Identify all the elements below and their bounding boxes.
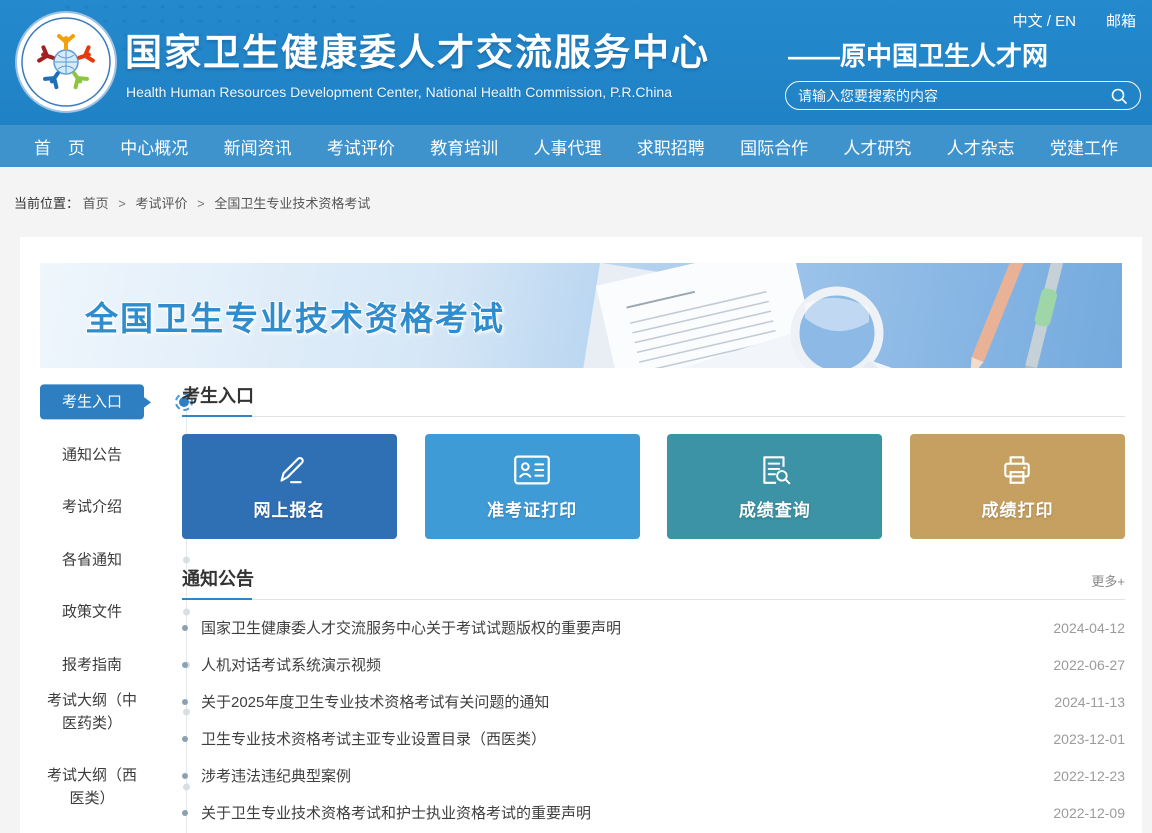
notice-row[interactable]: 关于卫生专业技术资格考试和护士执业资格考试的重要声明 2022-12-09 — [182, 794, 1125, 831]
notice-section: 通知公告 更多+ 国家卫生健康委人才交流服务中心关于考试试题版权的重要声明 20… — [182, 568, 1125, 831]
nav-item-about[interactable]: 中心概况 — [120, 134, 188, 159]
score-print-button[interactable]: 成绩打印 — [910, 434, 1125, 539]
sidebar-item-exam-intro[interactable]: 考试介绍 — [40, 495, 144, 518]
notice-date: 2024-04-12 — [1053, 620, 1125, 636]
sidebar-item-label: 考生入口 — [62, 393, 122, 410]
notice-row[interactable]: 关于2025年度卫生专业技术资格考试有关问题的通知 2024-11-13 — [182, 683, 1125, 720]
topbar: 中文 / EN 邮箱 — [1013, 10, 1136, 31]
nav-item-hr-agency[interactable]: 人事代理 — [533, 134, 601, 159]
sidebar-item-guide[interactable]: 报考指南 — [40, 653, 144, 676]
sidebar-item-label: 报考指南 — [62, 656, 122, 673]
banner-illustration — [562, 263, 1122, 368]
magnifier-icon — [795, 291, 888, 368]
pencil-icon — [272, 453, 308, 487]
notice-date: 2022-12-09 — [1053, 805, 1125, 821]
notice-date: 2023-12-01 — [1053, 731, 1125, 747]
notice-row[interactable]: 卫生专业技术资格考试主亚专业设置目录（西医类） 2023-12-01 — [182, 720, 1125, 757]
breadcrumb-current[interactable]: 全国卫生专业技术资格考试 — [214, 196, 370, 211]
nav-item-party[interactable]: 党建工作 — [1050, 134, 1118, 159]
notice-section-title: 通知公告 — [182, 568, 254, 590]
nav-item-research[interactable]: 人才研究 — [843, 134, 911, 159]
nav-item-exam[interactable]: 考试评价 — [327, 134, 395, 159]
site-subtitle: Health Human Resources Development Cente… — [126, 84, 672, 100]
search-box[interactable] — [785, 81, 1141, 110]
online-registration-button[interactable]: 网上报名 — [182, 434, 397, 539]
entry-button-label: 成绩打印 — [981, 496, 1053, 521]
lang-switch-link[interactable]: 中文 / EN — [1013, 10, 1076, 31]
notice-row[interactable]: 涉考违法违纪典型案例 2022-12-23 — [182, 757, 1125, 794]
site-alias: ——原中国卫生人才网 — [788, 36, 1048, 73]
entry-button-label: 准考证打印 — [487, 496, 577, 521]
section-divider — [182, 416, 1125, 417]
sidebar-item-label: 各省通知 — [62, 551, 122, 568]
sidebar-item-label: 考试介绍 — [62, 498, 122, 515]
section-divider — [182, 599, 1125, 600]
sidebar-item-syllabus-western[interactable]: 考试大纲（西医类） — [40, 764, 144, 811]
notice-list: 国家卫生健康委人才交流服务中心关于考试试题版权的重要声明 2024-04-12 … — [182, 609, 1125, 831]
sidebar-item-label: 政策文件 — [62, 603, 122, 620]
nav-item-jobs[interactable]: 求职招聘 — [637, 134, 705, 159]
search-icon[interactable] — [1110, 87, 1128, 105]
id-card-icon — [513, 453, 551, 487]
notice-title[interactable]: 卫生专业技术资格考试主亚专业设置目录（西医类） — [201, 728, 1053, 749]
pen-shape — [1019, 263, 1071, 368]
site-logo[interactable] — [14, 10, 118, 114]
notice-row[interactable]: 国家卫生健康委人才交流服务中心关于考试试题版权的重要声明 2024-04-12 — [182, 609, 1125, 646]
search-input[interactable] — [798, 88, 1110, 104]
bullet-icon — [182, 736, 188, 742]
bullet-icon — [182, 773, 188, 779]
notice-title[interactable]: 涉考违法违纪典型案例 — [201, 765, 1053, 786]
breadcrumb-separator: > — [118, 196, 126, 211]
nav-item-international[interactable]: 国际合作 — [740, 134, 808, 159]
breadcrumb-label: 当前位置： — [14, 196, 79, 211]
content-panel: 全国卫生专业技术资格考试 — [20, 237, 1142, 833]
main-content: 考生入口 网上报名 — [182, 385, 1125, 831]
nav-item-magazine[interactable]: 人才杂志 — [947, 134, 1015, 159]
mail-link[interactable]: 邮箱 — [1106, 10, 1136, 31]
page-body: 当前位置： 首页 > 考试评价 > 全国卫生专业技术资格考试 全国卫生专业技术资… — [0, 167, 1152, 833]
notice-title[interactable]: 关于2025年度卫生专业技术资格考试有关问题的通知 — [201, 691, 1054, 712]
notice-date: 2022-06-27 — [1053, 657, 1125, 673]
entry-buttons: 网上报名 准考证打印 — [182, 434, 1125, 539]
sidebar-item-notices[interactable]: 通知公告 — [40, 443, 144, 466]
printer-icon — [999, 453, 1035, 487]
site-title: 国家卫生健康委人才交流服务中心 — [125, 22, 710, 76]
nav-item-home[interactable]: 首 页 — [34, 134, 85, 159]
bullet-icon — [182, 699, 188, 705]
score-search-icon — [757, 453, 793, 487]
notice-title[interactable]: 人机对话考试系统演示视频 — [201, 654, 1053, 675]
notice-title[interactable]: 国家卫生健康委人才交流服务中心关于考试试题版权的重要声明 — [201, 617, 1053, 638]
notice-title[interactable]: 关于卫生专业技术资格考试和护士执业资格考试的重要声明 — [201, 802, 1053, 823]
banner-title: 全国卫生专业技术资格考试 — [85, 292, 505, 340]
entry-button-label: 成绩查询 — [739, 496, 811, 521]
entry-button-label: 网上报名 — [254, 496, 326, 521]
notice-date: 2022-12-23 — [1053, 768, 1125, 784]
sidebar-item-label: 通知公告 — [62, 446, 122, 463]
notice-row[interactable]: 人机对话考试系统演示视频 2022-06-27 — [182, 646, 1125, 683]
breadcrumb-home[interactable]: 首页 — [83, 196, 109, 211]
site-header: 国家卫生健康委人才交流服务中心 Health Human Resources D… — [0, 0, 1152, 125]
bullet-icon — [182, 662, 188, 668]
sidebar-item-label: 考试大纲（中医药类） — [47, 692, 137, 732]
sidebar-item-entry[interactable]: 考生入口 — [40, 384, 144, 419]
main-nav: 首 页 中心概况 新闻资讯 考试评价 教育培训 人事代理 求职招聘 国际合作 人… — [0, 125, 1152, 167]
breadcrumb-exam[interactable]: 考试评价 — [136, 196, 188, 211]
nav-item-news[interactable]: 新闻资讯 — [224, 134, 292, 159]
sidebar-item-label: 考试大纲（西医类） — [47, 767, 137, 807]
entry-section-title: 考生入口 — [182, 385, 254, 407]
score-query-button[interactable]: 成绩查询 — [667, 434, 882, 539]
bullet-icon — [182, 810, 188, 816]
bullet-icon — [182, 625, 188, 631]
notice-date: 2024-11-13 — [1054, 694, 1125, 710]
pencil-shape — [964, 263, 1028, 368]
breadcrumb: 当前位置： 首页 > 考试评价 > 全国卫生专业技术资格考试 — [0, 167, 1152, 212]
sidebar-item-policies[interactable]: 政策文件 — [40, 600, 144, 623]
page-banner: 全国卫生专业技术资格考试 — [40, 263, 1122, 368]
breadcrumb-separator: > — [197, 196, 205, 211]
admission-ticket-print-button[interactable]: 准考证打印 — [425, 434, 640, 539]
more-link[interactable]: 更多+ — [1091, 571, 1125, 590]
sidebar-item-syllabus-tcm[interactable]: 考试大纲（中医药类） — [40, 689, 144, 736]
nav-item-education[interactable]: 教育培训 — [430, 134, 498, 159]
sidebar-item-province-notices[interactable]: 各省通知 — [40, 548, 144, 571]
